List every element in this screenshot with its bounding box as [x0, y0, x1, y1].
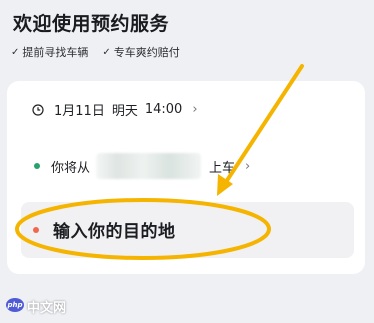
time-selector[interactable]: 1月11日 明天 14:00 › — [32, 100, 198, 119]
pickup-suffix: 上车 — [209, 160, 236, 176]
pickup-location-blurred — [96, 153, 202, 179]
feature-item: ✓ 专车爽约赔付 — [102, 44, 179, 60]
pickup-weekday: 明天 — [111, 104, 138, 119]
feature-label: 提前寻找车辆 — [22, 46, 89, 59]
chevron-right-icon: › — [192, 102, 198, 117]
watermark-logo: php — [6, 298, 24, 312]
chevron-right-icon: › — [245, 158, 251, 174]
check-icon: ✓ — [102, 46, 111, 58]
feature-list: ✓ 提前寻找车辆 ✓ 专车爽约赔付 — [11, 44, 180, 60]
pickup-time: 14:00 — [144, 102, 183, 117]
watermark-text: 中文网 — [27, 301, 67, 316]
destination-dot-icon — [33, 227, 39, 233]
pickup-location-selector[interactable]: 你将从 上车 › — [34, 153, 250, 179]
check-icon: ✓ — [11, 46, 20, 58]
feature-label: 专车爽约赔付 — [113, 46, 180, 59]
pickup-prefix: 你将从 — [51, 160, 91, 176]
page-title: 欢迎使用预约服务 — [13, 13, 170, 35]
feature-item: ✓ 提前寻找车辆 — [11, 44, 88, 60]
pickup-date: 1月11日 — [54, 104, 105, 119]
destination-placeholder: 输入你的目的地 — [53, 222, 176, 242]
pickup-dot-icon — [34, 163, 40, 169]
clock-icon — [32, 103, 44, 116]
